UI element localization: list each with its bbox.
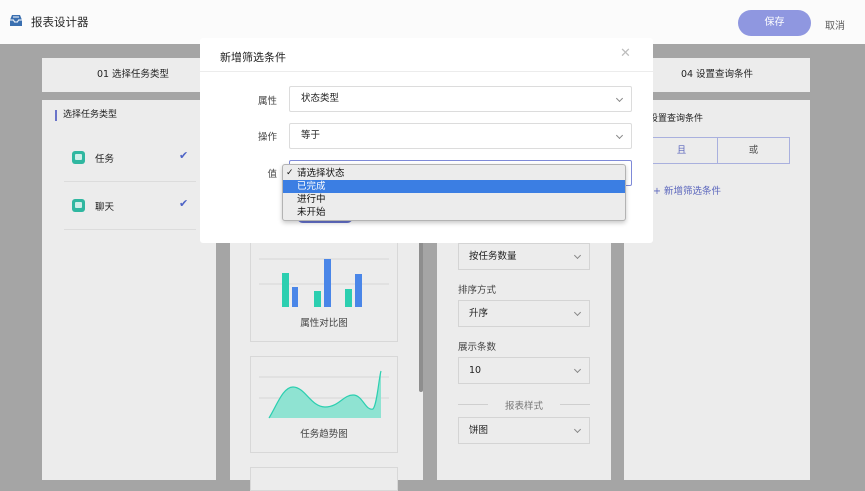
divider-line <box>458 404 488 405</box>
attribute-value: 状态类型 <box>301 93 340 104</box>
dropdown-option[interactable]: 未开始 <box>283 206 625 219</box>
close-icon[interactable]: ✕ <box>620 47 631 61</box>
inbox-tray-icon <box>10 15 22 26</box>
attribute-label: 属性 <box>257 96 277 107</box>
query-title: 设置查询条件 <box>649 114 704 124</box>
chart-card-trend[interactable]: 任务趋势图 <box>250 356 398 453</box>
count-select[interactable]: 10 <box>458 357 590 384</box>
modal-title: 新增筛选条件 <box>220 51 286 64</box>
attribute-select[interactable]: 状态类型 <box>289 86 632 112</box>
chevron-down-icon <box>573 308 582 317</box>
task-type-item-task[interactable]: 任务 ✔ <box>64 138 196 182</box>
add-filter-link[interactable]: + 新增筛选条件 <box>653 183 721 197</box>
count-value: 10 <box>469 365 482 376</box>
cancel-button[interactable]: 取消 <box>825 17 845 32</box>
chevron-down-icon <box>615 131 624 140</box>
group-by-value: 按任务数量 <box>469 251 517 262</box>
task-icon <box>72 151 85 164</box>
task-type-title: 选择任务类型 <box>55 110 117 121</box>
step-1-header[interactable]: 01 选择任务类型 <box>42 58 224 92</box>
check-icon: ✔ <box>179 197 189 210</box>
sort-value: 升序 <box>469 308 489 319</box>
task-type-item-chat[interactable]: 聊天 ✔ <box>64 186 196 230</box>
chart-caption: 任务趋势图 <box>300 429 348 440</box>
divider-line <box>560 404 590 405</box>
sort-label: 排序方式 <box>458 285 497 296</box>
area-chart-icon <box>259 370 389 419</box>
count-label: 展示条数 <box>458 342 497 353</box>
logic-toggle: 且 或 <box>645 137 790 164</box>
value-label: 值 <box>267 169 277 180</box>
style-value: 饼图 <box>469 425 489 436</box>
modal-divider <box>200 71 653 72</box>
chevron-down-icon <box>615 94 624 103</box>
chart-caption: 属性对比图 <box>300 318 348 329</box>
logic-and-button[interactable]: 且 <box>646 138 718 163</box>
operator-label: 操作 <box>257 132 277 143</box>
chevron-down-icon <box>573 425 582 434</box>
task-type-label: 聊天 <box>95 202 115 213</box>
dropdown-option[interactable]: ✓ 请选择状态 <box>283 167 625 180</box>
sort-select[interactable]: 升序 <box>458 300 590 327</box>
operator-value: 等于 <box>301 130 321 141</box>
app-title: 报表设计器 <box>31 15 89 29</box>
bar-chart-icon <box>259 258 389 307</box>
value-dropdown-list: ✓ 请选择状态 已完成 进行中 未开始 <box>282 164 626 221</box>
chevron-down-icon <box>573 365 582 374</box>
dropdown-option[interactable]: 已完成 <box>283 180 625 193</box>
dropdown-option[interactable]: 进行中 <box>283 193 625 206</box>
operator-select[interactable]: 等于 <box>289 123 632 149</box>
style-divider-label: 报表样式 <box>505 401 544 412</box>
check-icon: ✓ <box>286 168 294 178</box>
save-button[interactable]: 保存 <box>738 10 811 36</box>
task-type-label: 任务 <box>95 154 115 165</box>
check-icon: ✔ <box>179 149 189 162</box>
logic-or-button[interactable]: 或 <box>718 138 789 163</box>
style-select[interactable]: 饼图 <box>458 417 590 444</box>
chart-card-more[interactable] <box>250 467 398 491</box>
chevron-down-icon <box>573 251 582 260</box>
chart-card-compare[interactable]: 属性对比图 <box>250 232 398 342</box>
chat-icon <box>72 199 85 212</box>
scrollbar[interactable] <box>419 232 423 392</box>
group-by-select[interactable]: 按任务数量 <box>458 243 590 270</box>
